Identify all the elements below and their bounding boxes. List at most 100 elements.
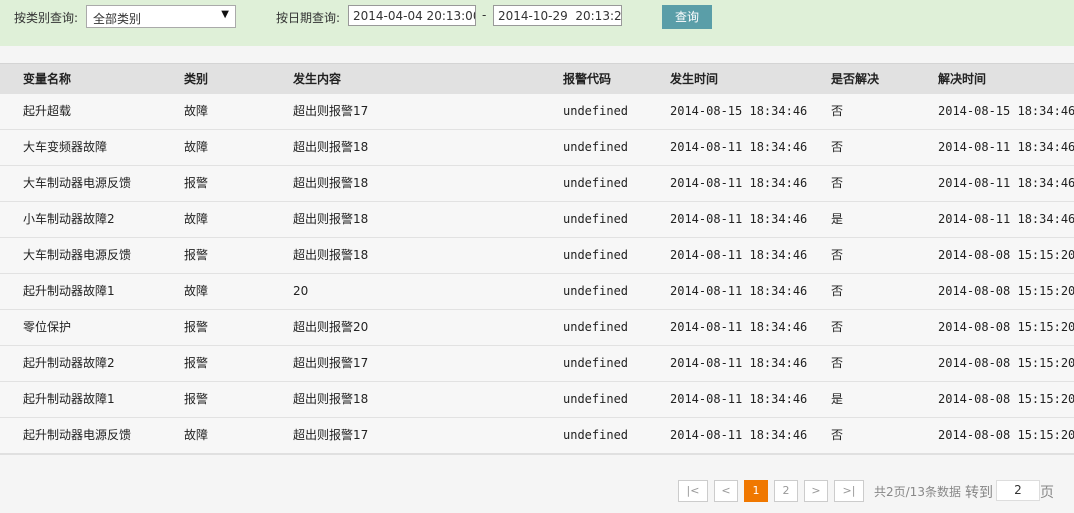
table-row[interactable]: 大车制动器电源反馈 报警 超出则报警18 undefined 2014-08-11 18…	[0, 166, 1074, 202]
category-select-value: 全部类别	[93, 12, 142, 26]
col-header-code: 报警代码	[563, 72, 612, 86]
cell-resolve-time: 2014-08-11 18:34:46	[938, 212, 1074, 226]
cell-category: 报警	[184, 320, 209, 334]
table-row[interactable]: 起升制动器故障1 故障 20 undefined 2014-08-11 18:34:46…	[0, 274, 1074, 310]
col-header-resolve-time: 解决时间	[938, 72, 987, 86]
cell-category: 故障	[184, 284, 209, 298]
cell-resolve-time: 2014-08-08 15:15:20	[938, 392, 1074, 406]
cell-resolved: 否	[831, 104, 844, 118]
cell-code: undefined	[563, 428, 629, 442]
cell-resolve-time: 2014-08-08 15:15:20	[938, 248, 1074, 262]
cell-resolve-time: 2014-08-15 18:34:46	[938, 104, 1074, 118]
cell-code: undefined	[563, 140, 629, 154]
cell-resolve-time: 2014-08-11 18:34:46	[938, 140, 1074, 154]
cell-category: 报警	[184, 176, 209, 190]
cell-resolve-time: 2014-08-08 15:15:20	[938, 320, 1074, 334]
cell-time: 2014-08-11 18:34:46	[670, 356, 808, 370]
date-label: 按日期查询:	[276, 11, 341, 25]
cell-content: 超出则报警20	[293, 320, 369, 334]
table-header: 变量名称 类别 发生内容 报警代码 发生时间 是否解决 解决时间	[0, 63, 1074, 94]
record-table: 变量名称 类别 发生内容 报警代码 发生时间 是否解决 解决时间 起升超载 故障超…	[0, 63, 1074, 454]
table-divider	[0, 453, 1074, 455]
cell-name: 大车制动器电源反馈	[23, 248, 132, 262]
page-button-2[interactable]: 2	[774, 480, 798, 502]
col-header-content: 发生内容	[293, 72, 342, 86]
cell-name: 起升制动器故障2	[23, 356, 115, 370]
chevron-down-icon: ▼	[221, 9, 229, 20]
table-row[interactable]: 起升超载 故障 超出则报警17 undefined 2014-08-15 18:34:4…	[0, 94, 1074, 130]
cell-content: 20	[293, 284, 309, 298]
cell-content: 超出则报警18	[293, 212, 369, 226]
col-header-time: 发生时间	[670, 72, 719, 86]
cell-content: 超出则报警17	[293, 104, 369, 118]
cell-category: 报警	[184, 248, 209, 262]
table-row[interactable]: 零位保护 报警 超出则报警20 undefined 2014-08-11 18:34:4…	[0, 310, 1074, 346]
goto-label: 转到	[965, 485, 993, 501]
cell-resolve-time: 2014-08-11 18:34:46	[938, 176, 1074, 190]
cell-name: 起升制动器电源反馈	[23, 428, 132, 442]
query-button[interactable]: 查询	[662, 5, 712, 29]
table-row[interactable]: 起升制动器故障1 报警 超出则报警18 undefined 2014-08-11 18:…	[0, 382, 1074, 418]
cell-resolved: 否	[831, 284, 844, 298]
table-row[interactable]: 小车制动器故障2 故障 超出则报警18 undefined 2014-08-11 18:…	[0, 202, 1074, 238]
cell-code: undefined	[563, 356, 629, 370]
cell-category: 故障	[184, 428, 209, 442]
cell-time: 2014-08-11 18:34:46	[670, 140, 808, 154]
cell-name: 零位保护	[23, 320, 72, 334]
cell-code: undefined	[563, 212, 629, 226]
cell-content: 超出则报警18	[293, 392, 369, 406]
cell-name: 起升超载	[23, 104, 72, 118]
cell-resolved: 否	[831, 356, 844, 370]
table-row[interactable]: 起升制动器故障2 报警 超出则报警17 undefined 2014-08-11 18:…	[0, 346, 1074, 382]
col-header-name: 变量名称	[23, 72, 72, 86]
cell-time: 2014-08-11 18:34:46	[670, 176, 808, 190]
cell-category: 报警	[184, 356, 209, 370]
cell-name: 小车制动器故障2	[23, 212, 115, 226]
cell-resolved: 是	[831, 392, 844, 406]
cell-time: 2014-08-11 18:34:46	[670, 320, 808, 334]
cell-code: undefined	[563, 392, 629, 406]
cell-code: undefined	[563, 320, 629, 334]
page-summary: 共2页/13条数据	[874, 485, 961, 499]
prev-page-button[interactable]: <	[714, 480, 738, 502]
cell-resolve-time: 2014-08-08 15:15:20	[938, 356, 1074, 370]
date-to-input[interactable]: 2014-10-29 20:13:25	[493, 5, 622, 26]
date-from-input[interactable]: 2014-04-04 20:13:00	[348, 5, 476, 26]
table-body: 起升超载 故障 超出则报警17 undefined 2014-08-15 18:34:4…	[0, 94, 1074, 454]
col-header-category: 类别	[184, 72, 209, 86]
table-row[interactable]: 起升制动器电源反馈 故障 超出则报警17 undefined 2014-08-11 18…	[0, 418, 1074, 454]
cell-code: undefined	[563, 284, 629, 298]
cell-category: 故障	[184, 212, 209, 226]
next-page-button[interactable]: >	[804, 480, 828, 502]
first-page-button[interactable]: |<	[678, 480, 708, 502]
cell-code: undefined	[563, 104, 629, 118]
cell-time: 2014-08-11 18:34:46	[670, 212, 808, 226]
cell-resolve-time: 2014-08-08 15:15:20	[938, 284, 1074, 298]
cell-category: 故障	[184, 104, 209, 118]
filter-bar: 按类别查询: 全部类别 ▼ 按日期查询: 2014-04-04 20:13:00…	[0, 0, 1074, 46]
table-row[interactable]: 大车变频器故障 故障 超出则报警18 undefined 2014-08-11 18:3…	[0, 130, 1074, 166]
cell-resolved: 否	[831, 428, 844, 442]
cell-time: 2014-08-11 18:34:46	[670, 284, 808, 298]
cell-name: 起升制动器故障1	[23, 284, 115, 298]
date-separator: -	[482, 8, 487, 22]
page-suffix: 页	[1040, 485, 1054, 501]
cell-content: 超出则报警18	[293, 248, 369, 262]
category-select[interactable]: 全部类别 ▼	[86, 5, 236, 28]
goto-page-input[interactable]: 2	[996, 480, 1040, 501]
table-row[interactable]: 大车制动器电源反馈 报警 超出则报警18 undefined 2014-08-11 18…	[0, 238, 1074, 274]
cell-name: 起升制动器故障1	[23, 392, 115, 406]
cell-resolved: 是	[831, 212, 844, 226]
cell-time: 2014-08-11 18:34:46	[670, 428, 808, 442]
category-label: 按类别查询:	[14, 11, 79, 25]
cell-time: 2014-08-11 18:34:46	[670, 392, 808, 406]
cell-time: 2014-08-11 18:34:46	[670, 248, 808, 262]
cell-content: 超出则报警17	[293, 356, 369, 370]
cell-content: 超出则报警18	[293, 176, 369, 190]
last-page-button[interactable]: >|	[834, 480, 864, 502]
cell-content: 超出则报警17	[293, 428, 369, 442]
page-button-1[interactable]: 1	[744, 480, 768, 502]
cell-category: 报警	[184, 392, 209, 406]
cell-name: 大车变频器故障	[23, 140, 108, 154]
cell-category: 故障	[184, 140, 209, 154]
